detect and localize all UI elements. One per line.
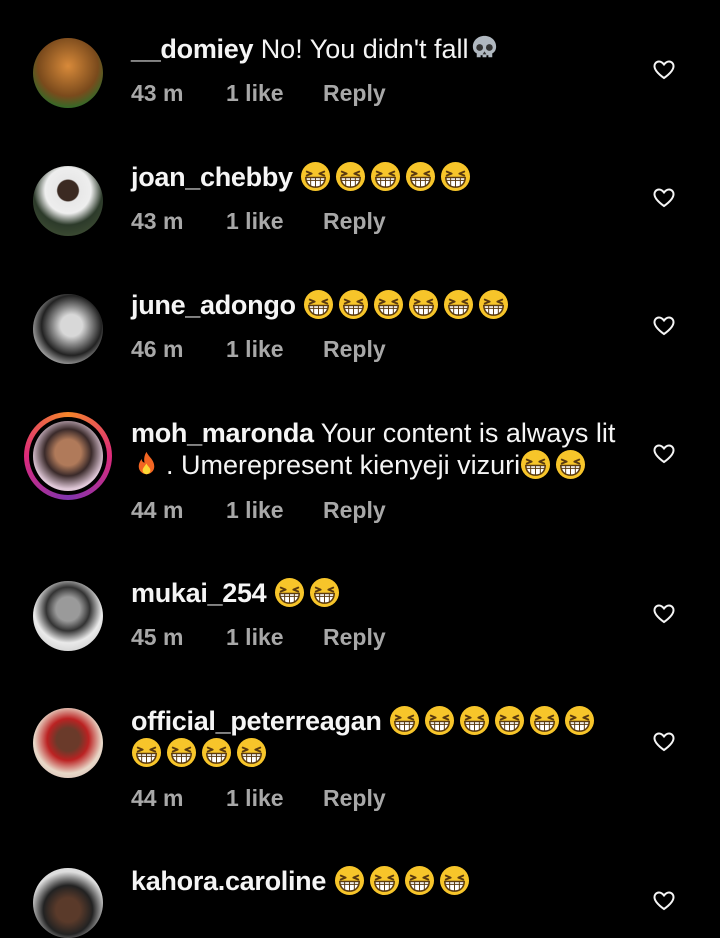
comment-username[interactable]: official_peterreagan — [131, 706, 382, 736]
story-ring-avatar[interactable] — [24, 412, 112, 500]
comment-body: Your content is always lit — [320, 418, 616, 448]
comment-likes[interactable]: 1 like — [226, 80, 284, 107]
comment-text: mukai_254 — [131, 577, 631, 609]
comment-time: 44 m — [131, 497, 184, 523]
comment-likes[interactable]: 1 like — [226, 208, 284, 235]
comment-time: 44 m — [131, 785, 184, 811]
heart-outline-icon[interactable] — [652, 441, 676, 465]
grinning-squinting-emoji — [408, 289, 439, 320]
grinning-squinting-emoji — [303, 289, 334, 320]
comment-username[interactable]: __domiey — [131, 34, 253, 64]
reply-button[interactable]: Reply — [323, 336, 386, 363]
comment-text: joan_chebby — [131, 161, 631, 193]
avatar[interactable] — [33, 708, 103, 778]
comment-username[interactable]: kahora.caroline — [131, 866, 326, 896]
grinning-squinting-emoji — [389, 705, 420, 736]
comment-text: kahora.caroline — [131, 865, 631, 897]
reply-button[interactable]: Reply — [323, 624, 386, 651]
grinning-squinting-emoji — [443, 289, 474, 320]
reply-button[interactable]: Reply — [323, 208, 386, 235]
avatar[interactable] — [33, 868, 103, 938]
reply-button[interactable]: Reply — [323, 785, 386, 812]
grinning-squinting-emoji — [555, 449, 586, 480]
comment-username[interactable]: moh_maronda — [131, 418, 314, 448]
comment-time: 43 m — [131, 208, 184, 234]
grinning-squinting-emoji — [424, 705, 455, 736]
comment-text: __domiey No! You didn't fall — [131, 33, 631, 65]
comment-text: moh_maronda Your content is always lit .… — [131, 417, 631, 481]
heart-outline-icon[interactable] — [652, 888, 676, 912]
grinning-squinting-emoji — [334, 865, 365, 896]
comment-username[interactable]: joan_chebby — [131, 162, 293, 192]
heart-outline-icon[interactable] — [652, 185, 676, 209]
grinning-squinting-emoji — [300, 161, 331, 192]
grinning-squinting-emoji — [439, 865, 470, 896]
grinning-squinting-emoji — [478, 289, 509, 320]
comment-username[interactable]: june_adongo — [131, 290, 296, 320]
comment-likes[interactable]: 1 like — [226, 624, 284, 651]
reply-button[interactable]: Reply — [323, 80, 386, 107]
comment-time: 43 m — [131, 80, 184, 106]
comment-text: official_peterreagan — [131, 705, 611, 769]
avatar[interactable] — [33, 166, 103, 236]
grinning-squinting-emoji — [520, 449, 551, 480]
grinning-squinting-emoji — [201, 737, 232, 768]
avatar[interactable] — [33, 38, 103, 108]
grinning-squinting-emoji — [564, 705, 595, 736]
emoji-group — [334, 865, 474, 896]
grinning-squinting-emoji — [309, 577, 340, 608]
comment-body: No! You didn't fall — [260, 34, 469, 64]
grinning-squinting-emoji — [373, 289, 404, 320]
grinning-squinting-emoji — [405, 161, 436, 192]
grinning-squinting-emoji — [338, 289, 369, 320]
grinning-squinting-emoji — [404, 865, 435, 896]
avatar[interactable] — [33, 581, 103, 651]
avatar[interactable] — [33, 294, 103, 364]
comment-time: 45 m — [131, 624, 184, 650]
reply-button[interactable]: Reply — [323, 497, 386, 524]
grinning-squinting-emoji — [166, 737, 197, 768]
grinning-squinting-emoji — [494, 705, 525, 736]
heart-outline-icon[interactable] — [652, 729, 676, 753]
heart-outline-icon[interactable] — [652, 601, 676, 625]
heart-outline-icon[interactable] — [652, 57, 676, 81]
grinning-squinting-emoji — [369, 865, 400, 896]
grinning-squinting-emoji — [335, 161, 366, 192]
emoji-group — [131, 737, 271, 768]
grinning-squinting-emoji — [236, 737, 267, 768]
fire-emoji — [131, 449, 162, 480]
comment-likes[interactable]: 1 like — [226, 785, 284, 812]
comment-time: 46 m — [131, 336, 184, 362]
grinning-squinting-emoji — [529, 705, 560, 736]
comment-body-continued: . Umerepresent kienyeji vizuri — [166, 450, 521, 480]
emoji-group — [300, 161, 475, 192]
grinning-squinting-emoji — [440, 161, 471, 192]
comment-username[interactable]: mukai_254 — [131, 578, 267, 608]
skull-emoji — [469, 33, 500, 64]
grinning-squinting-emoji — [370, 161, 401, 192]
comment-text: june_adongo — [131, 289, 631, 321]
heart-outline-icon[interactable] — [652, 313, 676, 337]
emoji-group — [520, 449, 590, 480]
grinning-squinting-emoji — [274, 577, 305, 608]
comment-likes[interactable]: 1 like — [226, 336, 284, 363]
comment-likes[interactable]: 1 like — [226, 497, 284, 524]
emoji-group — [389, 705, 599, 736]
grinning-squinting-emoji — [131, 737, 162, 768]
emoji-group — [303, 289, 513, 320]
emoji-group — [274, 577, 344, 608]
grinning-squinting-emoji — [459, 705, 490, 736]
